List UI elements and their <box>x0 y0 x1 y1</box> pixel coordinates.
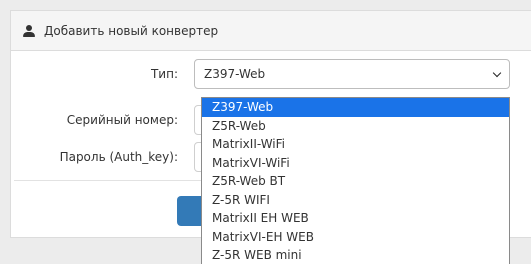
dropdown-option[interactable]: Z397-Web <box>202 98 509 117</box>
dropdown-option[interactable]: Z-5R WEB mini <box>202 246 509 264</box>
serial-number-label: Серийный номер: <box>66 113 178 127</box>
dropdown-option[interactable]: MatrixVI-WiFi <box>202 154 509 173</box>
dropdown-option[interactable]: MatrixVI-EH WEB <box>202 228 509 247</box>
dropdown-option[interactable]: MatrixII-WiFi <box>202 135 509 154</box>
dropdown-option[interactable]: Z5R-Web BT <box>202 172 509 191</box>
chevron-down-icon <box>492 68 502 78</box>
type-label: Тип: <box>150 67 178 81</box>
dropdown-option[interactable]: Z-5R WIFI <box>202 191 509 210</box>
dropdown-option[interactable]: Z5R-Web <box>202 117 509 136</box>
type-select-value: Z397-Web <box>204 67 266 81</box>
panel-heading: Добавить новый конвертер <box>11 11 531 51</box>
type-dropdown-list[interactable]: Z397-Web Z5R-Web MatrixII-WiFi MatrixVI-WiF… <box>201 97 510 264</box>
user-icon <box>23 24 35 37</box>
password-label: Пароль (Auth_key): <box>59 150 178 164</box>
dropdown-option[interactable]: MatrixII EH WEB <box>202 209 509 228</box>
page: Добавить новый конвертер Тип: Серийный н… <box>0 0 531 264</box>
panel-title: Добавить новый конвертер <box>44 23 219 38</box>
type-select[interactable]: Z397-Web <box>194 59 510 89</box>
